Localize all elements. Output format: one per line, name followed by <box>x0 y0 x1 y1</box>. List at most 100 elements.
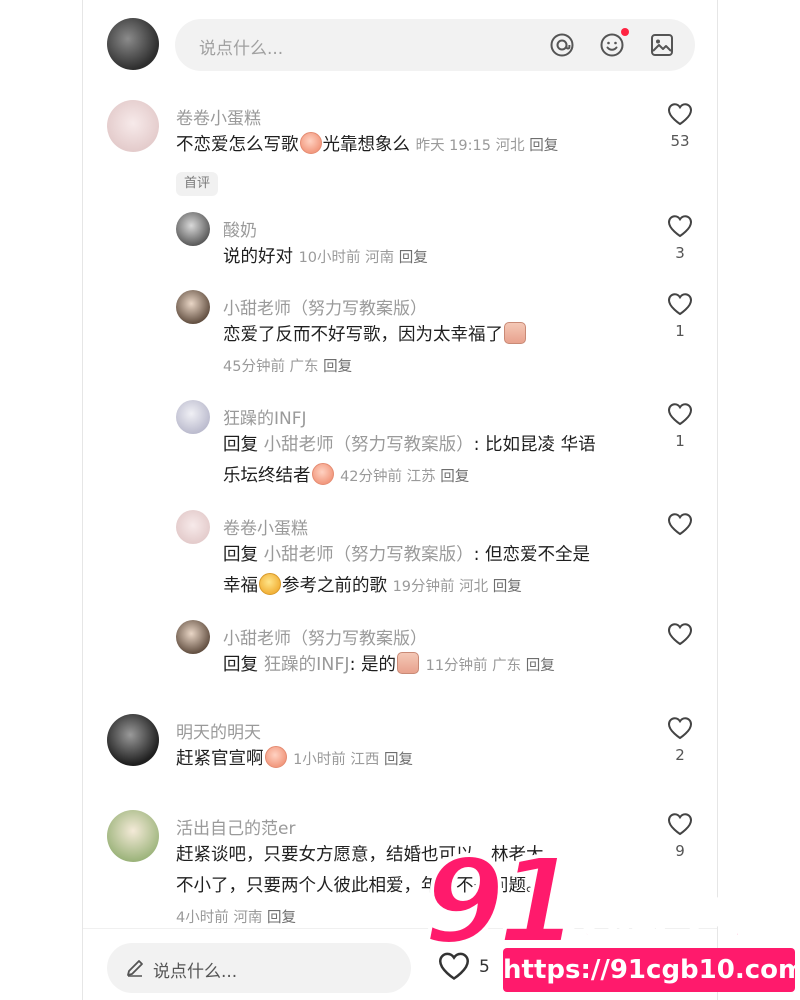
like-button[interactable]: 1 <box>660 402 700 450</box>
crying-emoji-icon <box>299 132 322 154</box>
comment-item: 卷卷小蛋糕 不恋爱怎么写歌 光靠想象么 昨天 19:15 河北 回复 首评 53 <box>83 100 717 200</box>
reply-meta: 42分钟前 江苏 回复 <box>340 469 469 485</box>
avatar[interactable] <box>107 714 159 766</box>
site-watermark: 91 吃瓜中心 https://91cgb10.com <box>415 830 800 1000</box>
reply-text-part: 说的好对 <box>223 247 293 267</box>
top-comment-input[interactable]: 说点什么... <box>175 19 695 71</box>
reply-author[interactable]: 狂躁的INFJ <box>223 404 307 429</box>
heart-icon <box>667 403 693 426</box>
like-button[interactable] <box>660 512 700 542</box>
reply-text: 回复 小甜老师（努力写教案版）: 但恋爱不全是 幸福 参考之前的歌 19分钟前 河… <box>223 540 643 603</box>
watermark-text: 吃瓜中心 <box>561 886 772 949</box>
reply-text-part: 参考之前的歌 <box>282 576 387 596</box>
avatar[interactable] <box>176 400 210 434</box>
comment-text-part: 赶紧官宣啊 <box>176 749 264 769</box>
like-button[interactable]: 3 <box>660 214 700 262</box>
embarrassed-emoji-icon <box>504 322 526 344</box>
reply-author[interactable]: 卷卷小蛋糕 <box>223 514 308 539</box>
reply-target[interactable]: 小甜老师（努力写教案版） <box>264 435 474 455</box>
comment-item: 明天的明天 赶紧官宣啊 1小时前 江西 回复 2 <box>83 714 717 794</box>
embarrassed-emoji-icon <box>397 652 420 674</box>
reply-time-location: 45分钟前 广东 <box>223 359 319 375</box>
bottom-comment-input[interactable]: 说点什么... <box>107 943 411 993</box>
comment-author[interactable]: 活出自己的范er <box>176 814 295 839</box>
notification-dot <box>621 28 629 36</box>
reply-target[interactable]: 狂躁的INFJ <box>264 655 350 675</box>
reply-button[interactable]: 回复 <box>493 579 522 595</box>
like-button[interactable]: 53 <box>660 102 700 150</box>
like-count: 1 <box>675 322 685 340</box>
top-comment-bar: 说点什么... <box>107 18 695 74</box>
comment-time-location: 1小时前 江西 <box>293 752 380 768</box>
top-comment-placeholder: 说点什么... <box>199 39 284 59</box>
emoji-icon[interactable] <box>599 28 629 58</box>
current-user-avatar[interactable] <box>107 18 159 70</box>
reply-item: 小甜老师（努力写教案版） 回复 狂躁的INFJ: 是的 11分钟前 广东 回复 <box>83 620 717 690</box>
reply-button[interactable]: 回复 <box>440 469 469 485</box>
heart-icon <box>667 513 693 536</box>
comment-text: 不恋爱怎么写歌 光靠想象么 昨天 19:15 河北 回复 <box>176 130 616 162</box>
reply-meta: 11分钟前 广东 回复 <box>426 658 555 674</box>
comment-meta: 1小时前 江西 回复 <box>293 752 413 768</box>
reply-item: 卷卷小蛋糕 回复 小甜老师（努力写教案版）: 但恋爱不全是 幸福 参考之前的歌 1… <box>83 510 717 606</box>
reply-text: 回复 狂躁的INFJ: 是的 11分钟前 广东 回复 <box>223 650 643 682</box>
reply-text-part: 乐坛终结者 <box>223 466 311 486</box>
reply-author[interactable]: 小甜老师（努力写教案版） <box>223 624 427 649</box>
reply-meta: 45分钟前 广东 回复 <box>223 359 352 375</box>
heart-icon <box>667 623 693 646</box>
comment-meta: 4小时前 河南 回复 <box>176 910 296 926</box>
like-button[interactable]: 2 <box>660 716 700 764</box>
reply-item: 狂躁的INFJ 回复 小甜老师（努力写教案版）: 比如昆凌 华语 乐坛终结者 4… <box>83 400 717 496</box>
comment-meta: 昨天 19:15 河北 回复 <box>416 138 559 154</box>
first-comment-badge: 首评 <box>176 172 219 196</box>
comment-text-part: 不恋爱怎么写歌 <box>176 135 299 155</box>
comment-text: 赶紧官宣啊 1小时前 江西 回复 <box>176 744 616 776</box>
reply-text: 回复 小甜老师（努力写教案版）: 比如昆凌 华语 乐坛终结者 42分钟前 江苏 … <box>223 430 643 493</box>
like-count: 53 <box>670 132 690 150</box>
reply-button[interactable]: 回复 <box>323 359 352 375</box>
comment-time-location: 昨天 19:15 河北 <box>415 138 525 154</box>
reply-prefix: 回复 <box>223 545 258 565</box>
avatar[interactable] <box>176 290 210 324</box>
reply-text: 说的好对 10小时前 河南 回复 <box>223 242 623 274</box>
comment-author[interactable]: 明天的明天 <box>176 718 261 743</box>
like-button[interactable]: 1 <box>660 292 700 340</box>
avatar[interactable] <box>176 510 210 544</box>
reply-prefix: 回复 <box>223 435 258 455</box>
reply-button[interactable]: 回复 <box>529 138 558 154</box>
comment-time-location: 4小时前 河南 <box>176 910 263 926</box>
reply-text-part: : 但恋爱不全是 <box>473 545 591 565</box>
pencil-icon <box>125 958 145 982</box>
reply-time-location: 42分钟前 江苏 <box>340 469 436 485</box>
reply-target[interactable]: 小甜老师（努力写教案版） <box>264 545 474 565</box>
reply-text-part: : 比如昆凌 华语 <box>473 435 596 455</box>
like-button[interactable] <box>660 622 700 652</box>
heart-icon <box>667 293 693 316</box>
reply-text-part: : 是的 <box>349 655 397 675</box>
reply-button[interactable]: 回复 <box>399 250 428 266</box>
avatar[interactable] <box>176 212 210 246</box>
heart-icon <box>667 717 693 740</box>
comment-author[interactable]: 卷卷小蛋糕 <box>176 104 261 129</box>
like-count: 3 <box>675 244 685 262</box>
reply-button[interactable]: 回复 <box>267 910 296 926</box>
avatar[interactable] <box>107 100 159 152</box>
reply-button[interactable]: 回复 <box>384 752 413 768</box>
heart-icon <box>667 215 693 238</box>
sad-emoji-icon <box>311 463 334 485</box>
reply-author[interactable]: 酸奶 <box>223 216 257 241</box>
reply-time-location: 19分钟前 河北 <box>392 579 489 595</box>
at-icon[interactable] <box>549 32 575 58</box>
reply-prefix: 回复 <box>223 655 258 675</box>
avatar[interactable] <box>107 810 159 862</box>
reply-text-part: 恋爱了反而不好写歌，因为太幸福了 <box>223 325 503 345</box>
reply-item: 小甜老师（努力写教案版） 恋爱了反而不好写歌，因为太幸福了 45分钟前 广东 回… <box>83 290 717 386</box>
avatar[interactable] <box>176 620 210 654</box>
reply-button[interactable]: 回复 <box>526 658 555 674</box>
watermark-url: https://91cgb10.com <box>503 948 800 992</box>
reply-author[interactable]: 小甜老师（努力写教案版） <box>223 294 427 319</box>
reply-time-location: 10小时前 河南 <box>298 250 395 266</box>
comment-text-part: 光靠想象么 <box>322 135 411 155</box>
image-icon[interactable] <box>649 32 675 58</box>
reply-time-location: 11分钟前 广东 <box>425 658 522 674</box>
